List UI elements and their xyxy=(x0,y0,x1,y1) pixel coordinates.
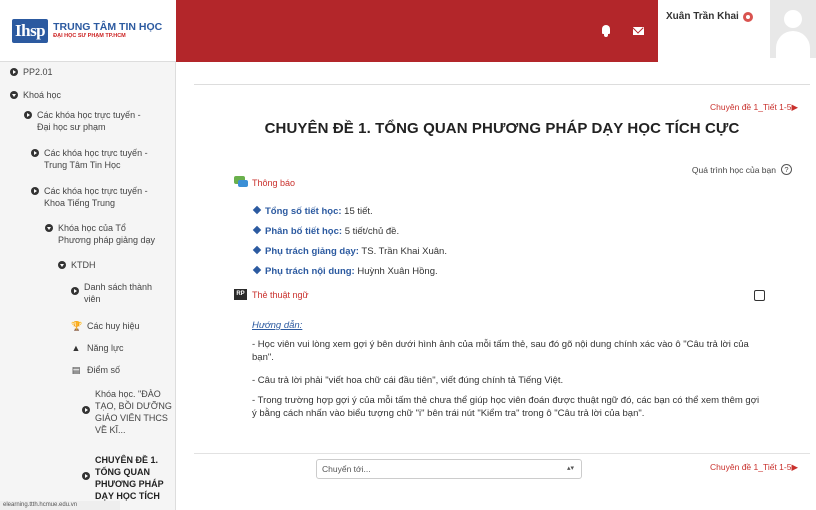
sidebar-item-badges[interactable]: 🏆 Các huy hiệu xyxy=(71,320,175,332)
sidebar-item-chinese-courses[interactable]: Các khóa học trực tuyến - Khoa Tiếng Tru… xyxy=(31,185,152,209)
jump-to-select[interactable]: Chuyển tới... ▴▾ xyxy=(316,459,582,479)
info-instructor: Phụ trách giảng dạy: TS. Trần Khai Xuân. xyxy=(252,245,447,257)
collapsed-node-icon xyxy=(10,68,18,76)
user-name: Xuân Trần Khai xyxy=(666,11,739,22)
triangle-icon: ▲ xyxy=(71,343,81,353)
course-progress: Quá trình học của bạn ? xyxy=(692,164,792,175)
sidebar-item-participants[interactable]: Danh sách thành viên xyxy=(71,281,164,305)
diamond-bullet-icon xyxy=(252,205,262,215)
diamond-bullet-icon xyxy=(252,265,262,275)
logo-subtitle: ĐẠI HỌC SƯ PHẠM TP.HCM xyxy=(53,32,126,39)
collapsed-node-icon xyxy=(31,149,39,157)
diamond-bullet-icon xyxy=(252,225,262,235)
sidebar-item-grades[interactable]: ▤ Điểm số xyxy=(71,364,175,376)
grades-icon: ▤ xyxy=(71,365,81,375)
completion-checkbox[interactable] xyxy=(754,290,765,301)
collapsed-node-icon xyxy=(24,111,32,119)
sidebar-item-ktdh[interactable]: KTDH xyxy=(58,259,175,271)
sidebar-item-pp201[interactable]: PP2.01 xyxy=(10,66,131,78)
logo-title: TRUNG TÂM TIN HỌC xyxy=(53,20,163,33)
collapsed-node-icon xyxy=(71,287,79,295)
sidebar-item-ppgd-courses[interactable]: Khóa học của Tổ Phương pháp giảng dạy xyxy=(45,222,158,246)
top-navbar xyxy=(176,0,658,62)
next-section-link-bottom[interactable]: Chuyên đề 1_Tiết 1-5▶ xyxy=(710,462,798,473)
sidebar-item-ttth-courses[interactable]: Các khóa học trực tuyến - Trung Tâm Tin … xyxy=(31,147,152,171)
page-title: CHUYÊN ĐỀ 1. TỔNG QUAN PHƯƠNG PHÁP DẠY H… xyxy=(264,120,740,137)
next-section-link-top[interactable]: Chuyên đề 1_Tiết 1-5▶ xyxy=(710,102,798,113)
bottom-divider xyxy=(194,453,810,454)
glossary-link[interactable]: Thẻ thuật ngữ xyxy=(252,290,309,300)
expanded-node-icon xyxy=(10,91,18,99)
info-total-lessons: Tổng số tiết học: 15 tiết. xyxy=(252,205,373,217)
collapsed-node-icon xyxy=(31,187,39,195)
logo-mark: Ihsp xyxy=(12,18,49,43)
select-arrows-icon: ▴▾ xyxy=(566,465,574,472)
diamond-bullet-icon xyxy=(252,245,262,255)
forum-icon xyxy=(234,176,248,188)
avatar[interactable] xyxy=(770,0,816,58)
info-lesson-distribution: Phân bố tiết học: 5 tiết/chủ đề. xyxy=(252,225,399,237)
expanded-node-icon xyxy=(45,224,53,232)
user-menu[interactable]: Xuân Trần Khai xyxy=(658,0,816,62)
collapsed-node-icon xyxy=(82,406,90,414)
site-logo[interactable]: Ihsp TRUNG TÂM TIN HỌC ĐẠI HỌC SƯ PHẠM T… xyxy=(0,0,176,62)
main-content: Chuyên đề 1_Tiết 1-5▶ CHUYÊN ĐỀ 1. TỔNG … xyxy=(194,62,816,510)
guide-heading: Hướng dẫn: xyxy=(252,320,303,331)
sidebar-navigation: PP2.01 Khoá học Các khóa học trực tuyến … xyxy=(0,62,176,510)
browser-status-url: elearning.ttth.hcmue.edu.vn xyxy=(0,501,120,510)
expanded-node-icon xyxy=(58,261,66,269)
trophy-icon: 🏆 xyxy=(71,321,83,331)
notification-bell-icon[interactable] xyxy=(601,25,611,37)
guide-paragraph-2: - Câu trả lời phải "viết hoa chữ cái đầu… xyxy=(252,375,564,386)
glossary-activity-icon: RP xyxy=(234,289,247,300)
info-content-owner: Phụ trách nội dung: Huỳnh Xuân Hồng. xyxy=(252,265,438,277)
sidebar-item-dhsp-courses[interactable]: Các khóa học trực tuyến - Đại học sư phạ… xyxy=(24,109,145,133)
header: Ihsp TRUNG TÂM TIN HỌC ĐẠI HỌC SƯ PHẠM T… xyxy=(0,0,816,62)
help-icon[interactable]: ? xyxy=(781,164,792,175)
sidebar-item-course-thcs[interactable]: Khóa học. "ĐÀO TẠO, BỒI DƯỠNG GIÁO VIÊN … xyxy=(82,388,175,437)
announcements-link[interactable]: Thông báo xyxy=(252,178,295,188)
guide-paragraph-1: - Học viên vui lòng xem gợi ý bên dưới h… xyxy=(252,339,749,364)
user-menu-dropdown-icon[interactable] xyxy=(742,12,753,22)
messages-mail-icon[interactable] xyxy=(633,27,644,35)
top-divider xyxy=(194,84,810,85)
sidebar-item-competencies[interactable]: ▲ Năng lực xyxy=(71,342,175,354)
collapsed-node-icon xyxy=(82,472,90,480)
sidebar-item-courses[interactable]: Khoá học xyxy=(10,89,131,101)
guide-paragraph-3: - Trong trường hợp gợi ý của mỗi tấm thẻ… xyxy=(252,395,760,420)
